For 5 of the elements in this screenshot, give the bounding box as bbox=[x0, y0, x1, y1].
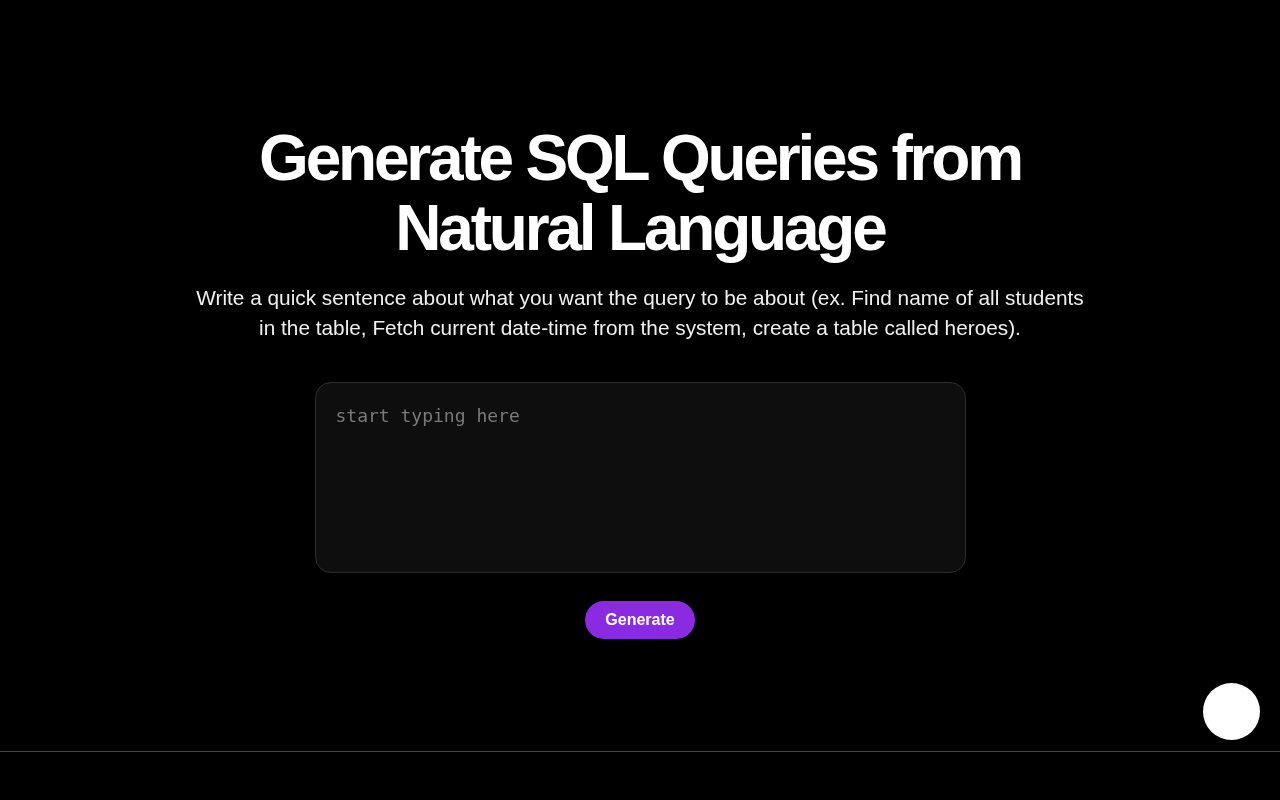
floating-round-button[interactable] bbox=[1203, 683, 1260, 740]
page-heading: Generate SQL Queries from Natural Language bbox=[258, 123, 1022, 263]
query-input-field[interactable]: start typing here bbox=[314, 382, 966, 573]
generate-button[interactable]: Generate bbox=[585, 601, 695, 639]
description-text: Write a quick sentence about what you want the query to be about (ex. Find name of all students in the table, Fetch current date-time from the system, create a table called heroes). bbox=[195, 285, 1085, 341]
